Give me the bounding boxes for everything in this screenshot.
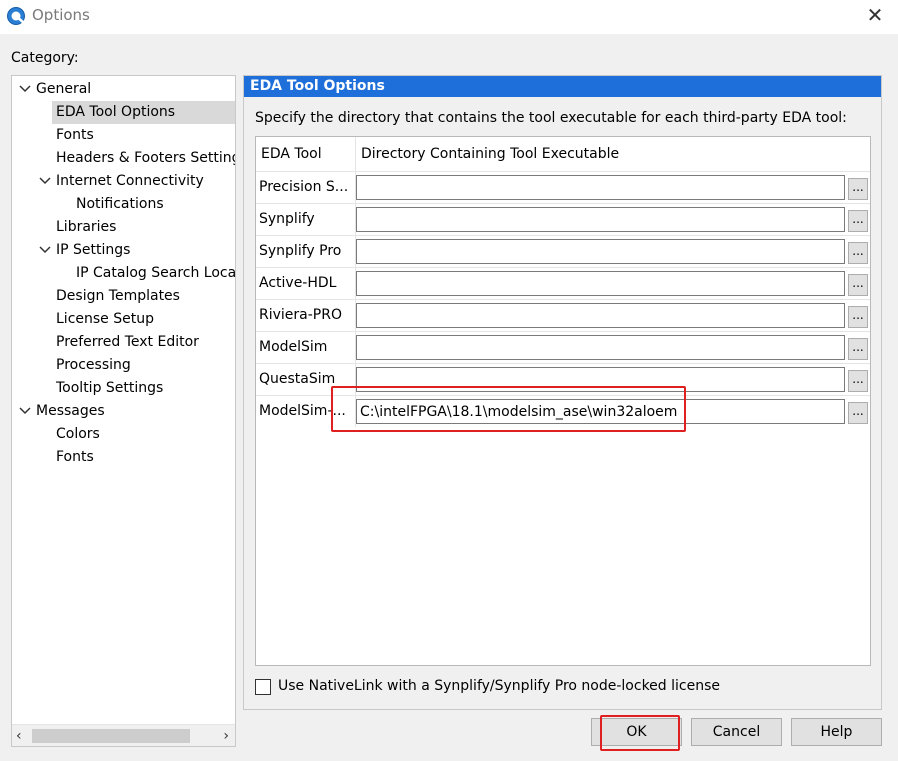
tree-item[interactable]: Processing — [56, 354, 131, 377]
tree-item[interactable]: Libraries — [56, 216, 116, 239]
panel-description: Specify the directory that contains the … — [255, 110, 847, 126]
table-row: Riviera-PRO... — [256, 299, 870, 331]
table-row: Synplify Pro... — [256, 235, 870, 267]
tree-item-label: Headers & Footers Setting — [56, 150, 236, 166]
eda-tool-name: Synplify Pro — [256, 236, 356, 267]
chevron-down-icon[interactable] — [38, 239, 52, 262]
browse-button[interactable]: ... — [848, 210, 868, 232]
chevron-down-icon[interactable] — [18, 400, 32, 423]
eda-tool-name: ModelSim — [256, 332, 356, 363]
tool-directory-input[interactable] — [356, 175, 845, 200]
close-icon[interactable]: ✕ — [864, 4, 886, 26]
browse-button[interactable]: ... — [848, 178, 868, 200]
tree-item[interactable]: Design Templates — [56, 285, 180, 308]
scroll-right-icon[interactable]: › — [215, 727, 229, 745]
tree-item-label: Design Templates — [56, 288, 180, 304]
tree-item-label: Internet Connectivity — [56, 173, 204, 189]
tree-item-label: Colors — [56, 426, 100, 442]
browse-button[interactable]: ... — [848, 370, 868, 392]
eda-tool-name: Synplify — [256, 204, 356, 235]
table-row: ModelSim... — [256, 331, 870, 363]
ok-highlight-box — [600, 715, 680, 751]
nativelink-label: Use NativeLink with a Synplify/Synplify … — [278, 678, 720, 694]
tree-item[interactable]: General — [36, 78, 91, 101]
tree-item-label: License Setup — [56, 311, 154, 327]
tree-item-label: EDA Tool Options — [56, 104, 176, 120]
tree-item-label: IP Catalog Search Locat — [76, 265, 236, 281]
tree-item[interactable]: Fonts — [56, 446, 94, 469]
tree-item-label: Messages — [36, 403, 105, 419]
category-label: Category: — [11, 50, 79, 66]
tree-item[interactable]: Messages — [36, 400, 105, 423]
scroll-left-icon[interactable]: ‹ — [16, 727, 30, 745]
tree-item[interactable]: Tooltip Settings — [56, 377, 163, 400]
tool-directory-input[interactable] — [356, 207, 845, 232]
scrollbar-thumb[interactable] — [32, 729, 190, 743]
table-row: Synplify... — [256, 203, 870, 235]
tree-item[interactable]: Colors — [56, 423, 100, 446]
tree-item[interactable]: IP Settings — [56, 239, 130, 262]
path-highlight-box — [331, 386, 686, 432]
tree-item[interactable]: Fonts — [56, 124, 94, 147]
chevron-down-icon[interactable] — [18, 78, 32, 101]
tree-item[interactable]: Notifications — [76, 193, 164, 216]
eda-tool-name: Riviera-PRO — [256, 300, 356, 331]
column-header-eda-tool[interactable]: EDA Tool — [256, 137, 356, 171]
column-header-directory[interactable]: Directory Containing Tool Executable — [356, 137, 870, 171]
tree-item-label: Preferred Text Editor — [56, 334, 199, 350]
quartus-app-icon — [6, 6, 26, 26]
browse-button[interactable]: ... — [848, 306, 868, 328]
tree-item-label: Tooltip Settings — [56, 380, 164, 396]
tool-directory-input[interactable] — [356, 303, 845, 328]
tree-item-label: Processing — [56, 357, 131, 373]
help-button[interactable]: Help — [791, 718, 882, 746]
browse-button[interactable]: ... — [848, 338, 868, 360]
table-row: Precision S...... — [256, 171, 870, 203]
eda-tool-name: Active-HDL — [256, 268, 356, 299]
title-bar: Options ✕ — [0, 0, 898, 34]
tree-item-label: Notifications — [76, 196, 164, 212]
category-tree: General EDA Tool Options Fonts Headers & Fo… — [11, 75, 236, 747]
tree-item-label: General — [36, 81, 92, 97]
tree-item-label: Fonts — [56, 127, 94, 143]
panel-title: EDA Tool Options — [244, 76, 881, 97]
tree-item[interactable]: IP Catalog Search Locat — [76, 262, 236, 285]
browse-button[interactable]: ... — [848, 242, 868, 264]
tool-directory-input[interactable] — [356, 239, 845, 264]
window-title: Options — [32, 6, 90, 24]
tool-directory-input[interactable] — [356, 271, 845, 296]
tree-horizontal-scrollbar[interactable]: ‹ › — [12, 724, 235, 746]
tree-item-label: Libraries — [56, 219, 117, 235]
table-row: Active-HDL... — [256, 267, 870, 299]
tree-item[interactable]: EDA Tool Options — [52, 101, 235, 124]
browse-button[interactable]: ... — [848, 274, 868, 296]
cancel-button[interactable]: Cancel — [691, 718, 782, 746]
tool-directory-input[interactable] — [356, 335, 845, 360]
chevron-down-icon[interactable] — [38, 170, 52, 193]
eda-tool-name: Precision S... — [256, 172, 356, 203]
tree-item[interactable]: License Setup — [56, 308, 154, 331]
tree-item[interactable]: Preferred Text Editor — [56, 331, 199, 354]
tree-item[interactable]: Internet Connectivity — [56, 170, 204, 193]
nativelink-checkbox[interactable] — [255, 679, 271, 695]
tree-item-label: IP Settings — [56, 242, 131, 258]
tree-item-label: Fonts — [56, 449, 94, 465]
browse-button[interactable]: ... — [848, 402, 868, 424]
tree-item[interactable]: Headers & Footers Setting — [56, 147, 236, 170]
